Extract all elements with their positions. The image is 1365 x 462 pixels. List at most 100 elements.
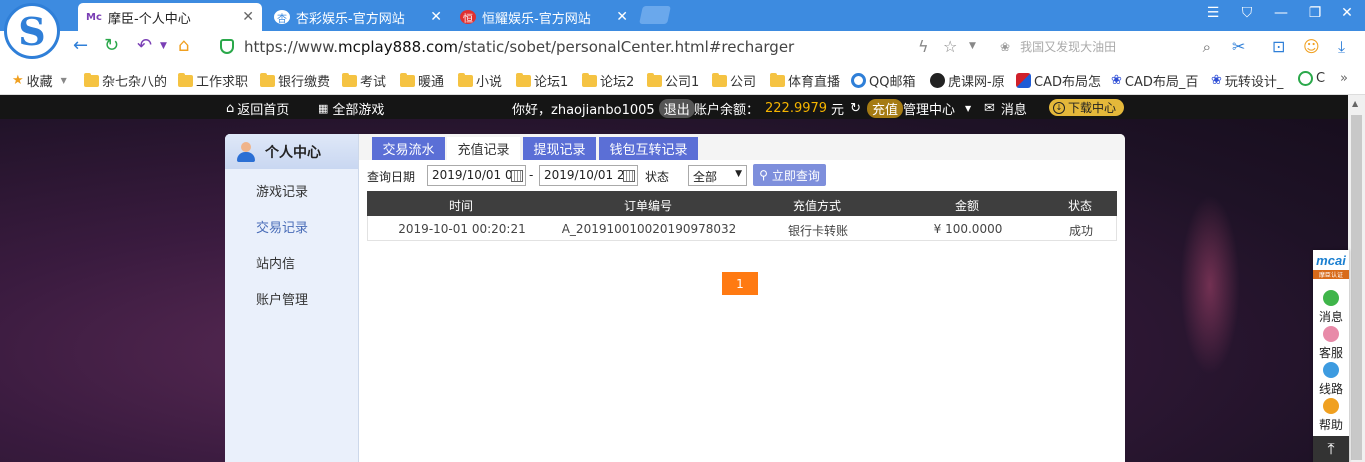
- skin-icon[interactable]: ⛉: [1237, 5, 1257, 21]
- bookmark-design[interactable]: ❀ 玩转设计_: [1211, 71, 1283, 90]
- bookmark-c[interactable]: C: [1298, 71, 1325, 86]
- star-dropdown-icon[interactable]: ▼: [969, 41, 976, 51]
- browser-tab-hengyao[interactable]: 恒 恒耀娱乐-官方网站 ✕: [452, 3, 636, 31]
- bookmark-folder[interactable]: 公司: [712, 71, 756, 90]
- browser-logo-icon[interactable]: S: [4, 3, 60, 59]
- search-box[interactable]: ❀ 我国又发现大油田 ⌕: [1000, 34, 1215, 59]
- new-tab-button[interactable]: [639, 6, 671, 24]
- bookmark-cad2[interactable]: ❀ CAD布局_百: [1111, 71, 1198, 90]
- page-scrollbar[interactable]: ▲: [1348, 95, 1365, 462]
- tab-transaction-flow[interactable]: 交易流水: [372, 137, 445, 160]
- bookmark-folder[interactable]: 考试: [342, 71, 386, 90]
- float-help[interactable]: 帮助: [1313, 398, 1349, 433]
- refresh-icon[interactable]: ↻: [104, 35, 119, 56]
- bookmark-huke[interactable]: 虎课网-原: [930, 71, 1005, 90]
- browser-tab-personal-center[interactable]: Mc 摩臣-个人中心 ✕: [78, 3, 262, 31]
- cell-status: 成功: [1068, 224, 1094, 238]
- play-icon: [1298, 71, 1313, 86]
- bookmark-qqmail[interactable]: QQ邮箱: [851, 71, 915, 90]
- undo-icon[interactable]: ↶: [137, 35, 152, 56]
- all-games-link[interactable]: ▦ 全部游戏: [318, 99, 384, 118]
- float-lines[interactable]: 线路: [1313, 362, 1349, 397]
- back-icon[interactable]: ←: [73, 35, 88, 56]
- calendar-icon[interactable]: [511, 170, 523, 182]
- scissors-icon[interactable]: ✂: [1232, 37, 1245, 56]
- sidebar-item-game-records[interactable]: 游戏记录: [256, 181, 308, 200]
- page-background: ⌂ 返回首页 ▦ 全部游戏 你好，zhaojianbo1005 退出 账户余额： 22…: [0, 95, 1348, 462]
- bookmark-cad1[interactable]: CAD布局怎: [1016, 71, 1101, 90]
- end-date-input[interactable]: 2019/10/01 23:59: [539, 165, 638, 186]
- restore-icon[interactable]: ❐: [1305, 5, 1325, 21]
- screenshot-icon[interactable]: ⊡: [1272, 37, 1285, 56]
- paw-icon: ❀: [1000, 39, 1011, 54]
- tab-withdraw-records[interactable]: 提现记录: [523, 137, 596, 160]
- address-bar[interactable]: https://www.mcplay888.com/static/sobet/p…: [212, 34, 982, 59]
- menu-icon[interactable]: ☰: [1203, 5, 1223, 21]
- home-icon[interactable]: ⌂: [178, 35, 189, 56]
- star-icon[interactable]: ☆: [943, 37, 957, 56]
- calendar-icon[interactable]: [623, 170, 635, 182]
- download-center-button[interactable]: ↓ 下载中心: [1049, 99, 1125, 116]
- messages-link[interactable]: ✉ 消息: [984, 99, 1027, 118]
- download-icon[interactable]: ⤓: [1338, 37, 1345, 57]
- manage-center-menu[interactable]: 管理中心 ▼: [903, 99, 971, 118]
- sidebar: 个人中心 游戏记录 交易记录 站内信 账户管理: [225, 134, 359, 462]
- hengyao-favicon-icon: 恒: [460, 10, 476, 25]
- minimize-icon[interactable]: —: [1271, 5, 1291, 21]
- chevron-down-icon: ▼: [735, 169, 742, 179]
- bookmark-folder[interactable]: 体育直播: [770, 71, 840, 90]
- folder-icon: [342, 72, 357, 87]
- bookmark-folder[interactable]: 小说: [458, 71, 502, 90]
- close-tab-icon[interactable]: ✕: [242, 9, 254, 25]
- scroll-thumb[interactable]: [1351, 115, 1362, 460]
- sidebar-item-transactions[interactable]: 交易记录: [256, 217, 308, 236]
- record-tabs: 交易流水 充值记录 提现记录 钱包互转记录: [359, 134, 1125, 160]
- close-tab-icon[interactable]: ✕: [430, 9, 442, 25]
- to-top-icon[interactable]: ⤒: [1313, 436, 1349, 462]
- start-date-input[interactable]: 2019/10/01 00:00: [427, 165, 526, 186]
- lightning-icon[interactable]: ϟ: [918, 37, 929, 56]
- logout-button[interactable]: 退出: [658, 99, 695, 118]
- main-content: 交易流水 充值记录 提现记录 钱包互转记录 查询日期 2019/10/01 00…: [359, 134, 1125, 462]
- cell-order-number: A_20191001002019097803​2: [561, 222, 737, 236]
- scroll-up-icon[interactable]: ▲: [1352, 99, 1358, 108]
- undo-dropdown-icon[interactable]: ▼: [160, 41, 167, 51]
- bookmark-folder[interactable]: 公司1: [647, 71, 699, 90]
- bookmark-folder[interactable]: 银行缴费: [260, 71, 330, 90]
- bookmarks-more-icon[interactable]: »: [1340, 71, 1348, 86]
- home-icon: ⌂: [226, 101, 235, 116]
- column-header: 时间: [448, 199, 474, 213]
- float-customer-service[interactable]: 客服: [1313, 326, 1349, 361]
- tab-recharge-records[interactable]: 充值记录: [447, 137, 520, 160]
- query-button[interactable]: ⚲ 立即查询: [753, 164, 826, 186]
- baidu-paw-icon: ❀: [1111, 73, 1122, 88]
- bookmark-folder[interactable]: 杂七杂八的: [84, 71, 167, 90]
- status-select[interactable]: 全部 ▼: [688, 165, 747, 186]
- refresh-balance-icon[interactable]: ↻: [850, 101, 861, 116]
- floating-service-bar: mcai 摩臣认证 消息 客服 线路 帮助 ⤒: [1313, 250, 1349, 462]
- float-messages[interactable]: 消息: [1313, 290, 1349, 325]
- more-icon[interactable]: ☺: [1303, 37, 1320, 56]
- folder-icon: [770, 72, 785, 87]
- folder-icon: [178, 72, 193, 87]
- home-link[interactable]: ⌂ 返回首页: [226, 99, 289, 118]
- bookmark-folder[interactable]: 论坛2: [582, 71, 634, 90]
- bookmark-folder[interactable]: 工作求职: [178, 71, 248, 90]
- tab-wallet-transfer[interactable]: 钱包互转记录: [599, 137, 698, 160]
- bookmark-folder[interactable]: 论坛1: [516, 71, 568, 90]
- bookmark-favorites[interactable]: ★ 收藏 ▼: [12, 71, 67, 90]
- folder-icon: [647, 72, 662, 87]
- url-text: https://www.mcplay888.com/static/sobet/p…: [244, 37, 795, 56]
- browser-tab-xingcai[interactable]: 杏 杏彩娱乐-官方网站 ✕: [266, 3, 450, 31]
- recharge-button[interactable]: 充值: [866, 99, 903, 118]
- close-window-icon[interactable]: ✕: [1337, 5, 1357, 21]
- column-header: 金额: [954, 199, 980, 213]
- search-icon[interactable]: ⌕: [1203, 38, 1211, 56]
- mail-icon: ✉: [984, 101, 995, 116]
- bookmark-folder[interactable]: 暖通: [400, 71, 444, 90]
- close-tab-icon[interactable]: ✕: [616, 9, 628, 25]
- sidebar-item-account[interactable]: 账户管理: [256, 289, 308, 308]
- greeting: 你好，zhaojianbo1005 退出: [512, 99, 695, 118]
- sidebar-item-inbox[interactable]: 站内信: [256, 253, 295, 272]
- page-1-button[interactable]: 1: [722, 272, 758, 295]
